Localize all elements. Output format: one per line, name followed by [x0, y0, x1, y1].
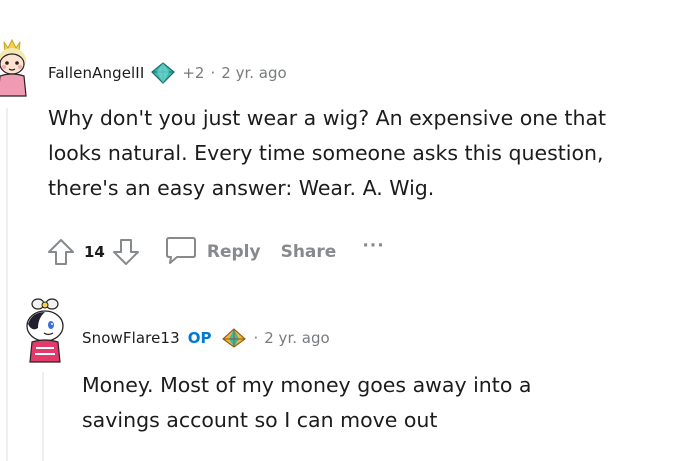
comment-action-bar: 14 Reply Share ··· — [44, 232, 385, 272]
speech-bubble-icon — [165, 235, 197, 269]
meta-separator: · — [253, 329, 259, 347]
share-button[interactable]: Share — [281, 242, 337, 262]
comment-body-line: looks natural. Every time someone asks t… — [48, 141, 604, 165]
vote-score: 14 — [84, 243, 105, 261]
username[interactable]: FallenAngelII — [48, 64, 144, 82]
avatar[interactable] — [18, 296, 70, 364]
op-badge: OP — [187, 329, 212, 347]
comment-body-line: Money. Most of my money goes away into a — [82, 373, 532, 397]
comment-body-line: savings account so I can move out — [82, 408, 438, 432]
more-options-button[interactable]: ··· — [362, 236, 384, 256]
gem-pyramid-icon — [221, 327, 247, 349]
reply-button[interactable]: Reply — [165, 235, 261, 269]
diamond-gem-icon — [150, 62, 176, 84]
comment-meta: FallenAngelII +2 · 2 yr. ago — [48, 60, 287, 86]
reply-thread-collapse-line[interactable] — [42, 372, 44, 461]
comment-body: Why don't you just wear a wig? An expens… — [48, 101, 688, 206]
comment-body-line: there's an easy answer: Wear. A. Wig. — [48, 176, 435, 200]
comment-meta: SnowFlare13 OP · 2 yr. ago — [82, 325, 330, 351]
comment-body-line: Why don't you just wear a wig? An expens… — [48, 106, 607, 130]
meta-separator: · — [210, 64, 216, 82]
comment-points: +2 — [182, 64, 205, 82]
username[interactable]: SnowFlare13 — [82, 329, 180, 347]
upvote-arrow-icon[interactable] — [44, 235, 78, 269]
comment-thread: FallenAngelII +2 · 2 yr. ago Why don't y… — [0, 0, 700, 461]
thread-collapse-line[interactable] — [6, 108, 8, 461]
comment-age[interactable]: 2 yr. ago — [264, 329, 329, 347]
comment-age[interactable]: 2 yr. ago — [221, 64, 286, 82]
downvote-arrow-icon[interactable] — [109, 235, 143, 269]
comment-body: Money. Most of my money goes away into a… — [82, 368, 682, 438]
reply-label: Reply — [206, 242, 261, 262]
avatar[interactable] — [0, 34, 36, 98]
